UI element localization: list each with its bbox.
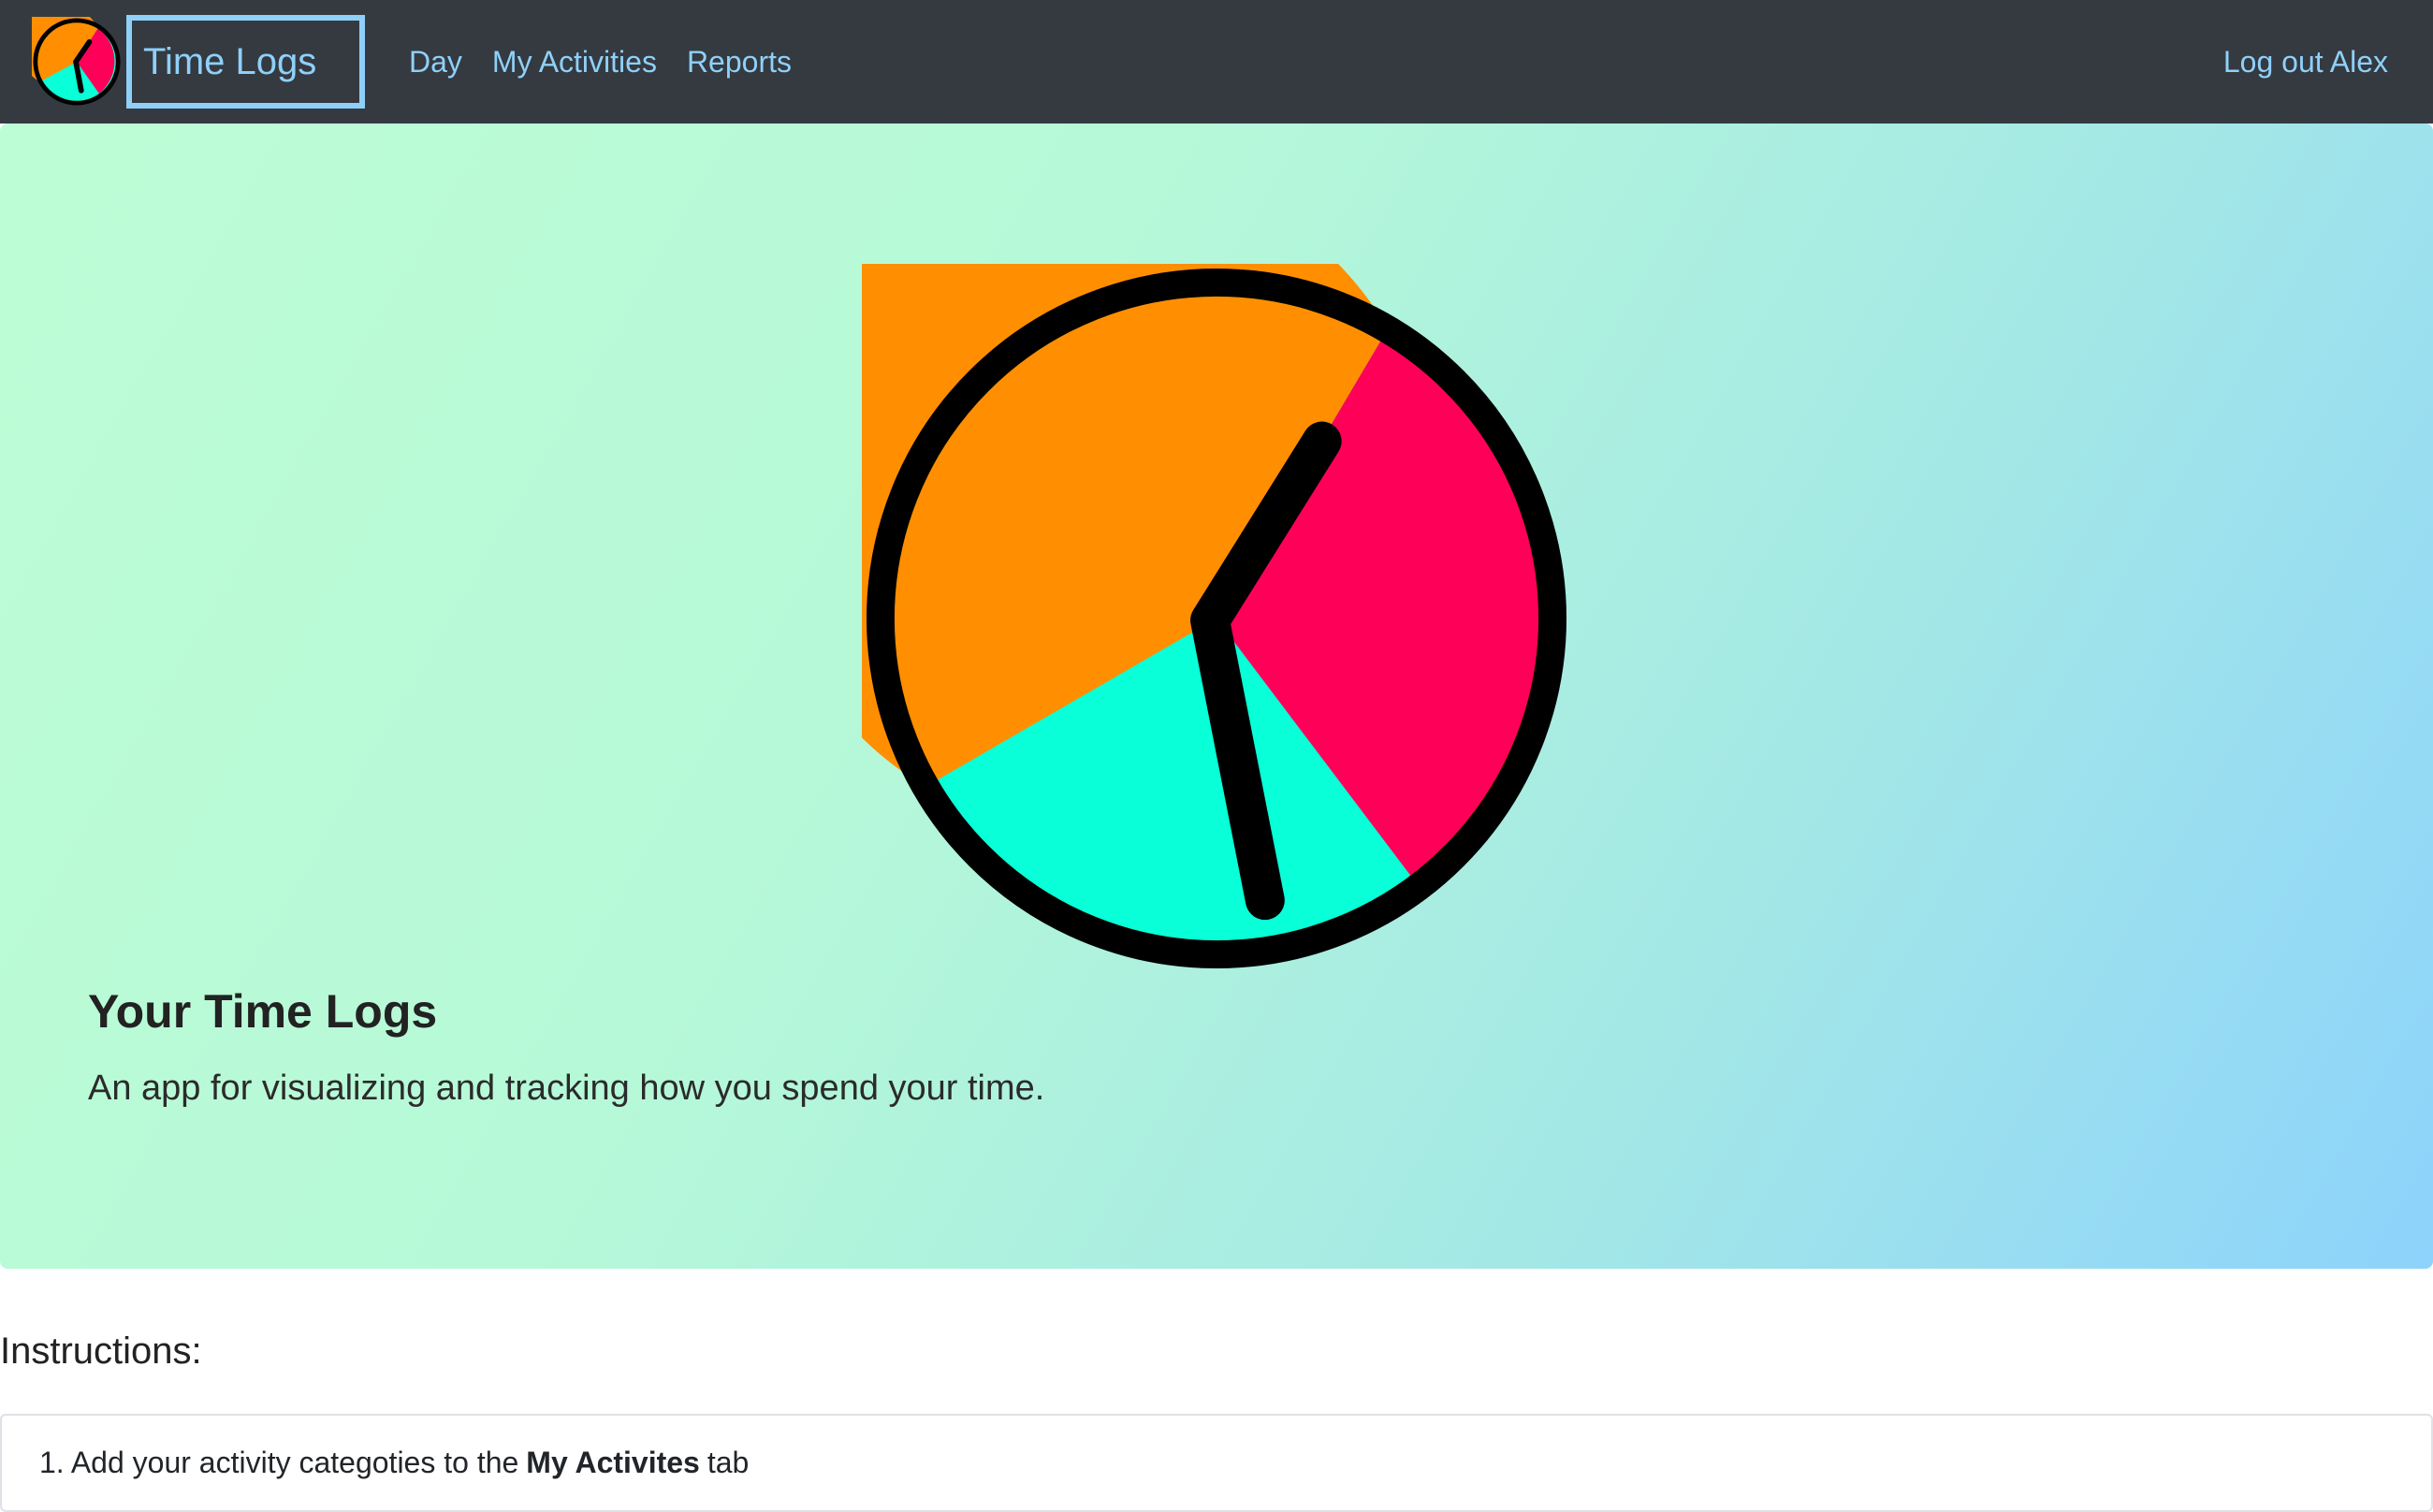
hero-title: Your Time Logs <box>88 985 438 1038</box>
instruction-text: 1. Add your activity categoties to the <box>39 1446 519 1479</box>
top-navbar: Time Logs Day My Activities Reports Log … <box>0 0 2433 124</box>
instruction-emphasis: My Activites <box>526 1446 700 1479</box>
clock-pie-icon <box>862 264 1567 969</box>
nav-link-day[interactable]: Day <box>409 45 462 80</box>
logout-link[interactable]: Log out Alex <box>2223 0 2388 124</box>
clock-logo-icon[interactable] <box>32 17 122 107</box>
nav-link-my-activities[interactable]: My Activities <box>492 45 657 80</box>
instructions-heading: Instructions: <box>0 1330 202 1372</box>
brand-label: Time Logs <box>143 40 317 82</box>
nav-links: Day My Activities Reports <box>409 0 822 124</box>
hero-subtitle: An app for visualizing and tracking how … <box>88 1069 1045 1108</box>
instruction-suffix: tab <box>707 1446 750 1479</box>
hero-jumbotron: Your Time Logs An app for visualizing an… <box>0 124 2433 1269</box>
instruction-item: 1. Add your activity categoties to the M… <box>0 1414 2433 1512</box>
nav-link-reports[interactable]: Reports <box>687 45 792 80</box>
brand-link[interactable]: Time Logs <box>126 15 365 109</box>
